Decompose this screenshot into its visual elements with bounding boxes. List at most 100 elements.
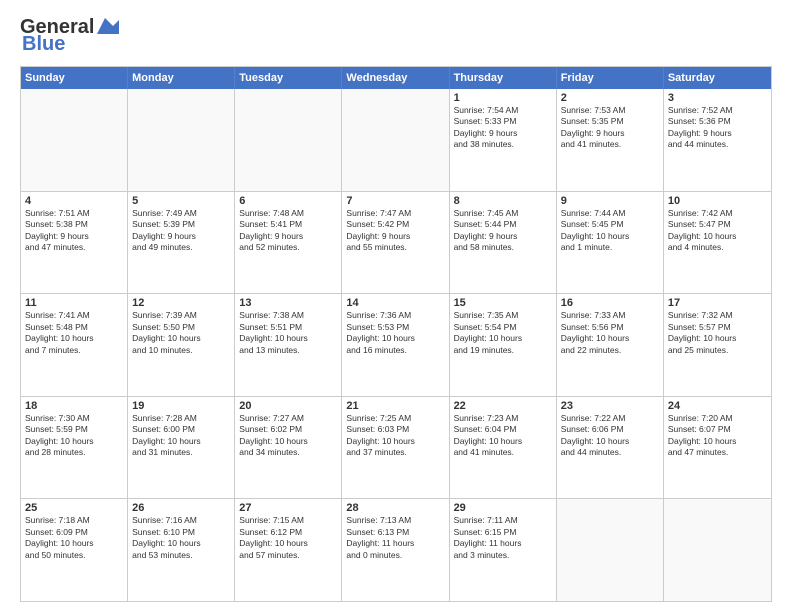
day-number: 2	[561, 92, 659, 104]
cal-cell: 23Sunrise: 7:22 AM Sunset: 6:06 PM Dayli…	[557, 397, 664, 499]
day-of-week-monday: Monday	[128, 67, 235, 89]
cal-cell: 12Sunrise: 7:39 AM Sunset: 5:50 PM Dayli…	[128, 294, 235, 396]
cal-cell: 17Sunrise: 7:32 AM Sunset: 5:57 PM Dayli…	[664, 294, 771, 396]
cal-cell: 15Sunrise: 7:35 AM Sunset: 5:54 PM Dayli…	[450, 294, 557, 396]
day-of-week-saturday: Saturday	[664, 67, 771, 89]
cell-info: Sunrise: 7:49 AM Sunset: 5:39 PM Dayligh…	[132, 208, 230, 254]
calendar-header: SundayMondayTuesdayWednesdayThursdayFrid…	[21, 67, 771, 89]
cell-info: Sunrise: 7:36 AM Sunset: 5:53 PM Dayligh…	[346, 310, 444, 356]
day-number: 15	[454, 297, 552, 309]
day-number: 25	[25, 502, 123, 514]
cell-info: Sunrise: 7:27 AM Sunset: 6:02 PM Dayligh…	[239, 413, 337, 459]
cell-info: Sunrise: 7:44 AM Sunset: 5:45 PM Dayligh…	[561, 208, 659, 254]
cell-info: Sunrise: 7:51 AM Sunset: 5:38 PM Dayligh…	[25, 208, 123, 254]
cell-info: Sunrise: 7:20 AM Sunset: 6:07 PM Dayligh…	[668, 413, 767, 459]
cal-cell: 24Sunrise: 7:20 AM Sunset: 6:07 PM Dayli…	[664, 397, 771, 499]
day-of-week-sunday: Sunday	[21, 67, 128, 89]
day-of-week-thursday: Thursday	[450, 67, 557, 89]
cal-cell: 1Sunrise: 7:54 AM Sunset: 5:33 PM Daylig…	[450, 89, 557, 191]
cell-info: Sunrise: 7:22 AM Sunset: 6:06 PM Dayligh…	[561, 413, 659, 459]
week-row-3: 11Sunrise: 7:41 AM Sunset: 5:48 PM Dayli…	[21, 293, 771, 396]
calendar: SundayMondayTuesdayWednesdayThursdayFrid…	[20, 66, 772, 602]
day-number: 28	[346, 502, 444, 514]
day-number: 1	[454, 92, 552, 104]
cell-info: Sunrise: 7:15 AM Sunset: 6:12 PM Dayligh…	[239, 515, 337, 561]
cell-info: Sunrise: 7:54 AM Sunset: 5:33 PM Dayligh…	[454, 105, 552, 151]
logo-icon	[97, 16, 119, 38]
calendar-body: 1Sunrise: 7:54 AM Sunset: 5:33 PM Daylig…	[21, 89, 771, 601]
day-number: 23	[561, 400, 659, 412]
cal-cell: 10Sunrise: 7:42 AM Sunset: 5:47 PM Dayli…	[664, 192, 771, 294]
day-number: 9	[561, 195, 659, 207]
cell-info: Sunrise: 7:13 AM Sunset: 6:13 PM Dayligh…	[346, 515, 444, 561]
cell-info: Sunrise: 7:38 AM Sunset: 5:51 PM Dayligh…	[239, 310, 337, 356]
day-of-week-friday: Friday	[557, 67, 664, 89]
week-row-1: 1Sunrise: 7:54 AM Sunset: 5:33 PM Daylig…	[21, 89, 771, 191]
cal-cell: 26Sunrise: 7:16 AM Sunset: 6:10 PM Dayli…	[128, 499, 235, 601]
cal-cell	[21, 89, 128, 191]
cell-info: Sunrise: 7:30 AM Sunset: 5:59 PM Dayligh…	[25, 413, 123, 459]
day-number: 4	[25, 195, 123, 207]
cell-info: Sunrise: 7:35 AM Sunset: 5:54 PM Dayligh…	[454, 310, 552, 356]
day-number: 18	[25, 400, 123, 412]
cal-cell: 14Sunrise: 7:36 AM Sunset: 5:53 PM Dayli…	[342, 294, 449, 396]
cal-cell: 19Sunrise: 7:28 AM Sunset: 6:00 PM Dayli…	[128, 397, 235, 499]
cal-cell: 5Sunrise: 7:49 AM Sunset: 5:39 PM Daylig…	[128, 192, 235, 294]
cal-cell: 9Sunrise: 7:44 AM Sunset: 5:45 PM Daylig…	[557, 192, 664, 294]
cell-info: Sunrise: 7:47 AM Sunset: 5:42 PM Dayligh…	[346, 208, 444, 254]
cal-cell	[128, 89, 235, 191]
cell-info: Sunrise: 7:16 AM Sunset: 6:10 PM Dayligh…	[132, 515, 230, 561]
cell-info: Sunrise: 7:11 AM Sunset: 6:15 PM Dayligh…	[454, 515, 552, 561]
day-number: 17	[668, 297, 767, 309]
cal-cell: 3Sunrise: 7:52 AM Sunset: 5:36 PM Daylig…	[664, 89, 771, 191]
day-number: 10	[668, 195, 767, 207]
week-row-4: 18Sunrise: 7:30 AM Sunset: 5:59 PM Dayli…	[21, 396, 771, 499]
cal-cell: 29Sunrise: 7:11 AM Sunset: 6:15 PM Dayli…	[450, 499, 557, 601]
cell-info: Sunrise: 7:18 AM Sunset: 6:09 PM Dayligh…	[25, 515, 123, 561]
cell-info: Sunrise: 7:48 AM Sunset: 5:41 PM Dayligh…	[239, 208, 337, 254]
day-number: 22	[454, 400, 552, 412]
cell-info: Sunrise: 7:23 AM Sunset: 6:04 PM Dayligh…	[454, 413, 552, 459]
cal-cell	[664, 499, 771, 601]
cal-cell	[557, 499, 664, 601]
logo: General Blue	[20, 16, 119, 56]
cell-info: Sunrise: 7:45 AM Sunset: 5:44 PM Dayligh…	[454, 208, 552, 254]
day-number: 24	[668, 400, 767, 412]
cal-cell: 8Sunrise: 7:45 AM Sunset: 5:44 PM Daylig…	[450, 192, 557, 294]
day-number: 27	[239, 502, 337, 514]
day-number: 7	[346, 195, 444, 207]
cal-cell: 27Sunrise: 7:15 AM Sunset: 6:12 PM Dayli…	[235, 499, 342, 601]
day-number: 12	[132, 297, 230, 309]
day-of-week-wednesday: Wednesday	[342, 67, 449, 89]
cal-cell	[235, 89, 342, 191]
cal-cell: 16Sunrise: 7:33 AM Sunset: 5:56 PM Dayli…	[557, 294, 664, 396]
cell-info: Sunrise: 7:41 AM Sunset: 5:48 PM Dayligh…	[25, 310, 123, 356]
cell-info: Sunrise: 7:25 AM Sunset: 6:03 PM Dayligh…	[346, 413, 444, 459]
day-number: 21	[346, 400, 444, 412]
day-number: 8	[454, 195, 552, 207]
cal-cell: 6Sunrise: 7:48 AM Sunset: 5:41 PM Daylig…	[235, 192, 342, 294]
day-number: 3	[668, 92, 767, 104]
day-number: 5	[132, 195, 230, 207]
cal-cell: 22Sunrise: 7:23 AM Sunset: 6:04 PM Dayli…	[450, 397, 557, 499]
cal-cell: 4Sunrise: 7:51 AM Sunset: 5:38 PM Daylig…	[21, 192, 128, 294]
cal-cell: 2Sunrise: 7:53 AM Sunset: 5:35 PM Daylig…	[557, 89, 664, 191]
week-row-2: 4Sunrise: 7:51 AM Sunset: 5:38 PM Daylig…	[21, 191, 771, 294]
day-of-week-tuesday: Tuesday	[235, 67, 342, 89]
cal-cell: 13Sunrise: 7:38 AM Sunset: 5:51 PM Dayli…	[235, 294, 342, 396]
cell-info: Sunrise: 7:39 AM Sunset: 5:50 PM Dayligh…	[132, 310, 230, 356]
cal-cell	[342, 89, 449, 191]
cell-info: Sunrise: 7:32 AM Sunset: 5:57 PM Dayligh…	[668, 310, 767, 356]
day-number: 19	[132, 400, 230, 412]
day-number: 13	[239, 297, 337, 309]
cell-info: Sunrise: 7:52 AM Sunset: 5:36 PM Dayligh…	[668, 105, 767, 151]
week-row-5: 25Sunrise: 7:18 AM Sunset: 6:09 PM Dayli…	[21, 498, 771, 601]
cal-cell: 7Sunrise: 7:47 AM Sunset: 5:42 PM Daylig…	[342, 192, 449, 294]
cell-info: Sunrise: 7:28 AM Sunset: 6:00 PM Dayligh…	[132, 413, 230, 459]
day-number: 29	[454, 502, 552, 514]
cal-cell: 25Sunrise: 7:18 AM Sunset: 6:09 PM Dayli…	[21, 499, 128, 601]
page: General Blue SundayMondayTuesdayWednesda…	[0, 0, 792, 612]
cell-info: Sunrise: 7:33 AM Sunset: 5:56 PM Dayligh…	[561, 310, 659, 356]
cal-cell: 21Sunrise: 7:25 AM Sunset: 6:03 PM Dayli…	[342, 397, 449, 499]
header: General Blue	[20, 16, 772, 56]
